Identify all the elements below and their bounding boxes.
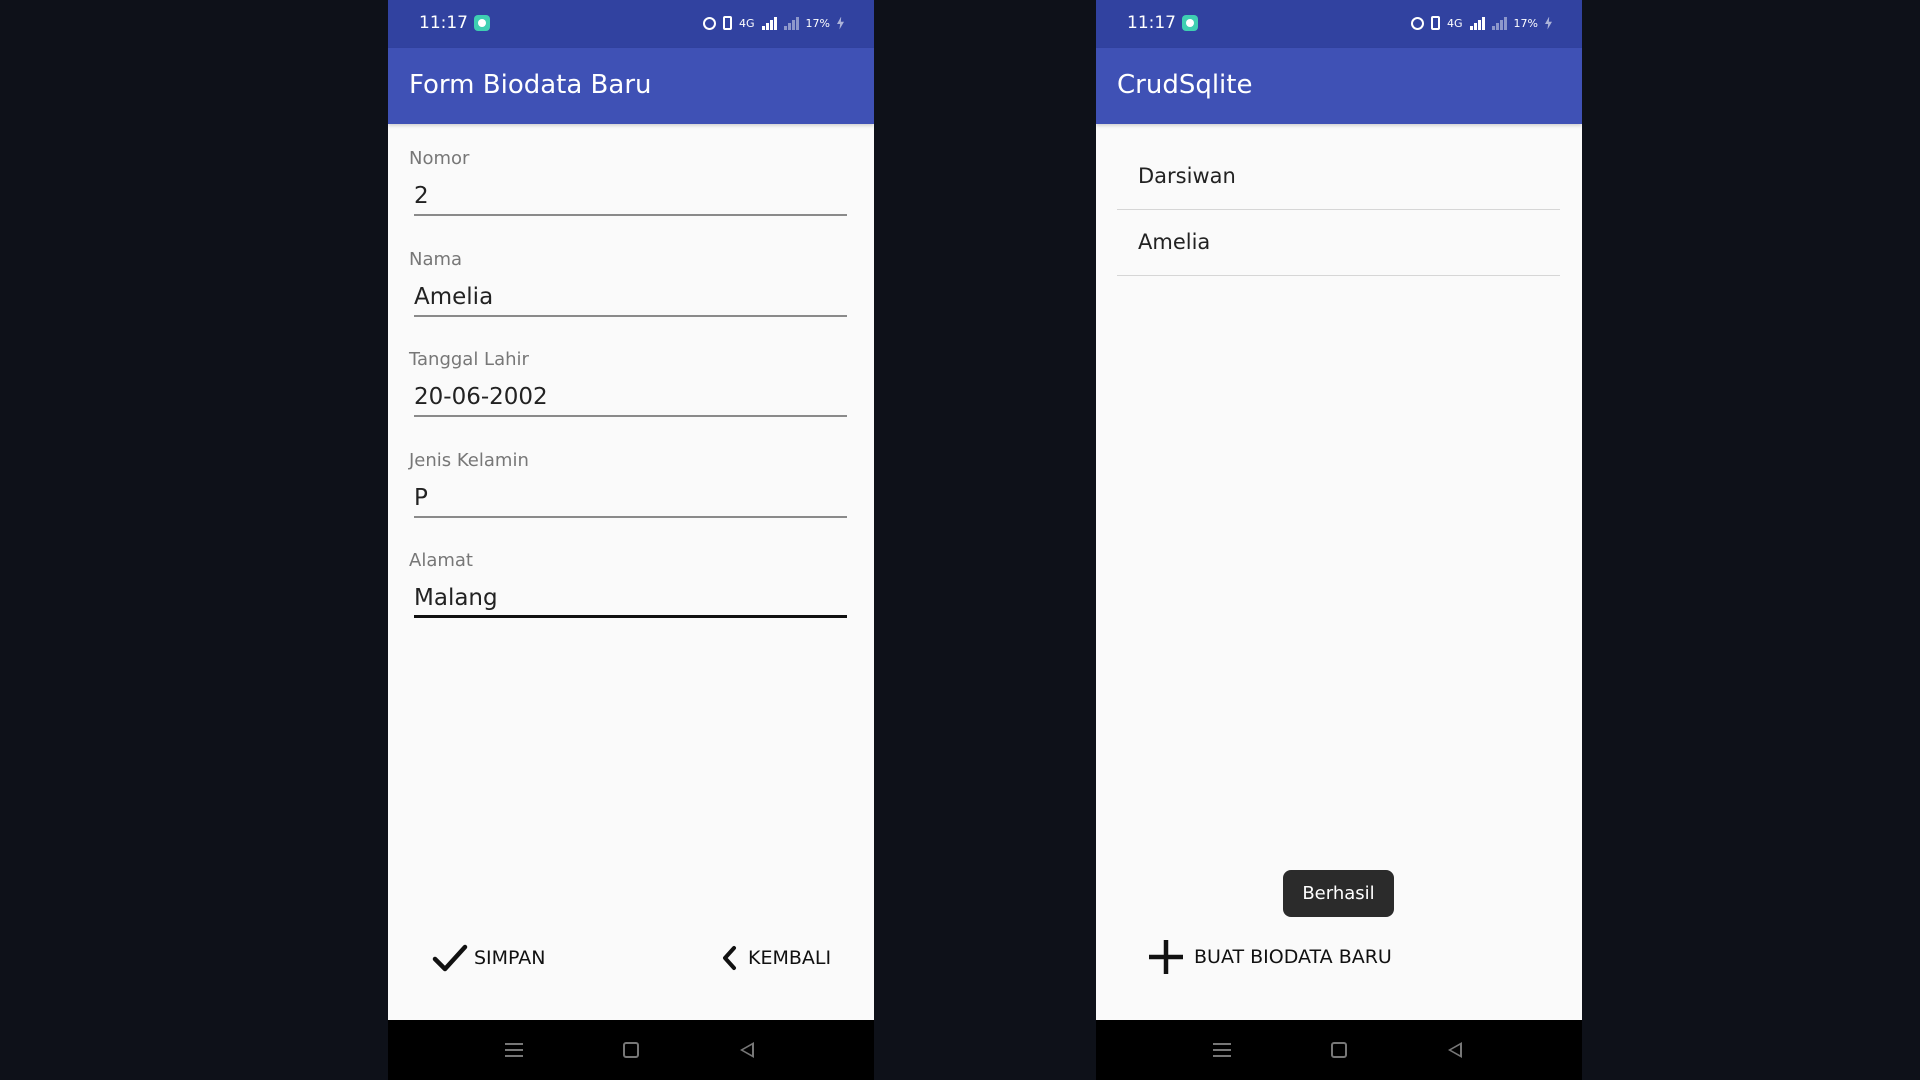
- nav-menu-icon[interactable]: [1213, 1043, 1231, 1057]
- alamat-input[interactable]: [414, 580, 847, 618]
- field-jenis-kelamin: Jenis Kelamin: [409, 450, 847, 518]
- battery-charging-icon: [837, 16, 844, 30]
- toast-message: Berhasil: [1283, 870, 1394, 917]
- list-screen: 11:17 4G 17% CrudSqlite Darsiwan Amelia …: [1096, 0, 1582, 1080]
- nav-home-icon[interactable]: [623, 1042, 639, 1058]
- vibrate-icon: [1431, 16, 1441, 30]
- page-title: Form Biodata Baru: [409, 70, 652, 100]
- list-item-label: Darsiwan: [1138, 164, 1236, 188]
- add-biodata-button[interactable]: BUAT BIODATA BARU: [1144, 935, 1392, 979]
- nav-home-icon[interactable]: [1331, 1042, 1347, 1058]
- notification-app-icon: [474, 15, 490, 31]
- plus-icon: [1144, 935, 1188, 979]
- back-button[interactable]: KEMBALI: [718, 943, 831, 973]
- tanggal-lahir-input[interactable]: [414, 379, 847, 417]
- app-bar: Form Biodata Baru: [388, 48, 874, 124]
- field-nomor: Nomor: [409, 148, 847, 216]
- battery-charging-icon: [1545, 16, 1552, 30]
- field-label: Tanggal Lahir: [409, 349, 529, 370]
- form-screen: 11:17 4G 17% Form Biodata Baru Nomor Nam…: [388, 0, 874, 1080]
- field-nama: Nama: [409, 249, 847, 317]
- signal-icon: [1469, 16, 1485, 30]
- nav-menu-icon[interactable]: [505, 1043, 523, 1057]
- notification-app-icon: [1182, 15, 1198, 31]
- battery-level: 17%: [805, 16, 830, 30]
- alarm-icon: [1411, 16, 1425, 30]
- signal-secondary-icon: [1491, 16, 1507, 30]
- field-label: Alamat: [409, 550, 473, 571]
- signal-icon: [761, 16, 777, 30]
- list-item-label: Amelia: [1138, 230, 1211, 254]
- back-button-label: KEMBALI: [748, 947, 832, 969]
- status-icons: 4G 17%: [1411, 15, 1552, 31]
- jenis-kelamin-input[interactable]: [414, 480, 847, 518]
- status-bar: 11:17 4G 17%: [388, 0, 874, 48]
- add-biodata-label: BUAT BIODATA BARU: [1194, 946, 1392, 968]
- vibrate-icon: [723, 16, 733, 30]
- signal-secondary-icon: [783, 16, 799, 30]
- status-icons: 4G 17%: [703, 15, 844, 31]
- field-label: Nama: [409, 249, 463, 270]
- field-tanggal-lahir: Tanggal Lahir: [409, 349, 847, 417]
- check-icon: [432, 943, 468, 973]
- save-button[interactable]: SIMPAN: [432, 943, 546, 973]
- nomor-input[interactable]: [414, 178, 847, 216]
- status-time: 11:17: [419, 13, 468, 33]
- chevron-left-icon: [718, 943, 742, 973]
- system-nav-bar: [1096, 1020, 1582, 1080]
- field-alamat: Alamat: [409, 550, 847, 618]
- field-label: Nomor: [409, 148, 470, 169]
- nav-back-icon[interactable]: [1448, 1042, 1462, 1058]
- nama-input[interactable]: [414, 279, 847, 317]
- app-bar: CrudSqlite: [1096, 48, 1582, 124]
- status-bar: 11:17 4G 17%: [1096, 0, 1582, 48]
- list-item[interactable]: Darsiwan: [1117, 144, 1560, 210]
- network-type: 4G: [1447, 16, 1463, 30]
- alarm-icon: [703, 16, 717, 30]
- status-time: 11:17: [1127, 13, 1176, 33]
- page-title: CrudSqlite: [1117, 70, 1253, 100]
- network-type: 4G: [739, 16, 755, 30]
- battery-level: 17%: [1513, 16, 1538, 30]
- list-item[interactable]: Amelia: [1117, 210, 1560, 276]
- field-label: Jenis Kelamin: [409, 450, 529, 471]
- save-button-label: SIMPAN: [474, 947, 546, 969]
- system-nav-bar: [388, 1020, 874, 1080]
- nav-back-icon[interactable]: [740, 1042, 754, 1058]
